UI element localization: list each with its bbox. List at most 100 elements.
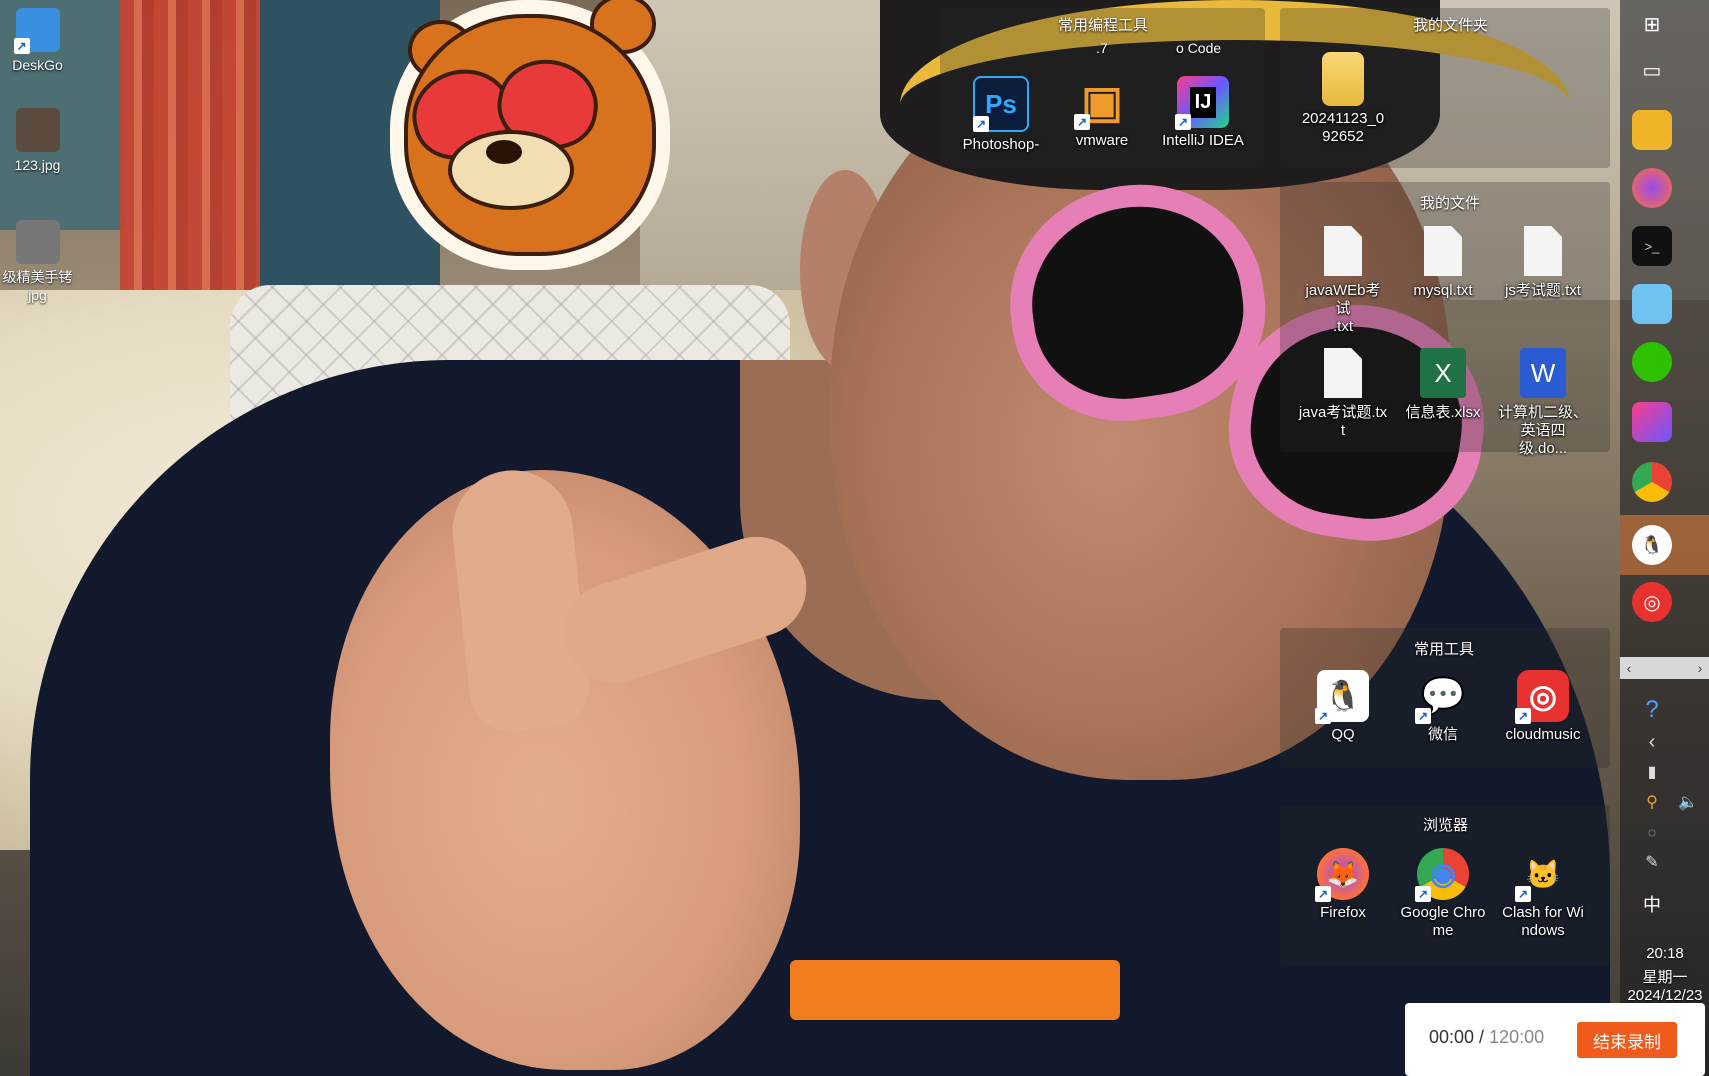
text-file-icon — [1324, 348, 1362, 398]
desktop-icon-label: javaWEb考试 .txt — [1305, 282, 1381, 335]
desktop-icon-label: Firefox — [1320, 904, 1366, 921]
clock-date[interactable]: 2024/12/23 — [1622, 987, 1708, 1004]
deskgo-icon: ↗ — [13, 8, 60, 54]
wechat-icon: 💬 ↗ — [1415, 670, 1469, 724]
desktop-icon-vmware[interactable]: ▣ ↗ vmware — [1057, 76, 1147, 150]
start-button-windows-icon[interactable]: ⊞ — [1632, 4, 1672, 44]
text-file-icon — [1424, 226, 1462, 276]
qq-taskbar-icon[interactable]: 🐧 — [1632, 525, 1672, 565]
screen-recorder-bar: 00:00 / 120:00 结束录制 — [1405, 1003, 1705, 1076]
desktop-icon-label: 级精美手铐 jpg — [2, 269, 73, 303]
desktop-icon-label: QQ — [1331, 726, 1355, 743]
app-icon[interactable] — [1632, 284, 1672, 324]
wallpaper-curtain — [120, 0, 280, 300]
fence-title: 常用编程工具 — [1058, 17, 1149, 34]
partial-label: o Code — [1176, 40, 1222, 56]
task-view-icon[interactable]: ▭ — [1632, 50, 1672, 90]
desktop-icon-photoshop[interactable]: Ps↗ Photoshop- 2020 — [956, 76, 1046, 156]
desktop-icon-label: DeskGo — [12, 57, 63, 73]
desktop-icon-label: cloudmusic — [1505, 726, 1581, 743]
file-explorer-icon[interactable] — [1632, 110, 1672, 150]
desktop-icon-folder-20241123[interactable]: 20241123_0 92652 — [1298, 52, 1388, 146]
pen-icon[interactable]: ✎ — [1632, 842, 1672, 882]
desktop-icon-wechat[interactable]: 💬 ↗ 微信 — [1398, 670, 1488, 744]
fence-title: 我的文件 — [1420, 195, 1481, 212]
shortcut-arrow-icon: ↗ — [1315, 886, 1331, 902]
shortcut-arrow-icon: ↗ — [1515, 708, 1531, 724]
shortcut-arrow-icon: ↗ — [973, 116, 989, 132]
firefox-taskbar-icon[interactable] — [1632, 168, 1672, 208]
bear-sticker — [390, 0, 670, 270]
shortcut-arrow-icon: ↗ — [1175, 114, 1191, 130]
shortcut-arrow-icon: ↗ — [13, 38, 30, 54]
desktop-icon-qq[interactable]: 🐧 ↗ QQ — [1298, 670, 1388, 744]
desktop-icon-mysql-txt[interactable]: mysql.txt — [1398, 226, 1488, 300]
shirt-logo — [790, 960, 1120, 1020]
terminal-icon[interactable]: >_ — [1632, 226, 1672, 266]
word-icon: W — [1520, 348, 1566, 398]
desktop-icon-deskgo[interactable]: ↗ DeskGo — [0, 8, 75, 74]
taskbar: ⊞ ▭ >_ 🐧 ◎ ? ‹ ▮ ⚲ 🔈 ◌ ✎ 中 — [1620, 0, 1709, 1076]
desktop-icon-label: vmware — [1075, 132, 1129, 149]
ime-indicator[interactable]: 中 — [1632, 884, 1672, 924]
clock-weekday[interactable]: 星期一 — [1622, 966, 1708, 987]
desktop-icon-clash[interactable]: 🐱 ↗ Clash for Wi ndows — [1498, 848, 1588, 940]
fence-title: 我的文件夹 — [1413, 17, 1489, 34]
shortcut-arrow-icon: ↗ — [1515, 886, 1531, 902]
timer-separator: / — [1474, 1027, 1490, 1047]
desktop-icon-label: 信息表.xlsx — [1405, 404, 1481, 421]
text-file-icon — [1324, 226, 1362, 276]
desktop-icon-javaweb-txt[interactable]: javaWEb考试 .txt — [1298, 226, 1388, 336]
scroll-right-icon[interactable]: › — [1691, 657, 1709, 679]
desktop-icon-label: 20241123_0 92652 — [1301, 110, 1385, 145]
desktop-icon-chrome[interactable]: ◉ ↗ Google Chro me — [1398, 848, 1488, 940]
vmware-icon: ▣ ↗ — [1074, 76, 1128, 130]
taskbar-scroll-control[interactable]: ‹ › — [1620, 657, 1709, 679]
desktop-icon-label: Photoshop- 2020 — [962, 136, 1040, 156]
clash-icon: 🐱 ↗ — [1515, 848, 1569, 902]
text-file-icon — [1524, 226, 1562, 276]
recording-timer: 00:00 / 120:00 — [1429, 1027, 1544, 1048]
excel-icon: X — [1420, 348, 1466, 398]
chrome-icon: ◉ ↗ — [1415, 848, 1469, 902]
partial-label: .7 — [1096, 40, 1108, 56]
desktop-icon-label: mysql.txt — [1413, 282, 1473, 299]
desktop-icon-info-xlsx[interactable]: X 信息表.xlsx — [1398, 348, 1488, 422]
wechat-taskbar-icon[interactable] — [1632, 342, 1672, 382]
shortcut-arrow-icon: ↗ — [1415, 708, 1431, 724]
chrome-taskbar-icon[interactable] — [1632, 462, 1672, 502]
desktop-icon-js-txt[interactable]: js考试题.txt — [1498, 226, 1588, 300]
cloudmusic-taskbar-icon[interactable]: ◎ — [1632, 582, 1672, 622]
clock-time[interactable]: 20:18 — [1622, 945, 1708, 962]
stop-recording-button[interactable]: 结束录制 — [1577, 1022, 1677, 1058]
photoshop-icon: Ps ↗ — [973, 76, 1029, 132]
desktop-icon-firefox[interactable]: 🦊 ↗ Firefox — [1298, 848, 1388, 922]
recording-elapsed: 00:00 — [1429, 1027, 1475, 1047]
image-file-icon — [15, 108, 60, 152]
desktop-icon-intellij[interactable]: IJ↗ IntelliJ IDEA 2023.3.4 — [1158, 76, 1248, 152]
intellij-taskbar-icon[interactable] — [1632, 402, 1672, 442]
cloudmusic-icon: ◎ ↗ — [1515, 670, 1569, 724]
desktop-icon-label: Clash for Wi ndows — [1502, 904, 1584, 939]
desktop-icon-label: Google Chro me — [1400, 904, 1486, 939]
image-file-icon — [15, 220, 60, 264]
desktop-icon-123-jpg[interactable]: 123.jpg — [0, 108, 75, 174]
desktop-icon-label: java考试题.tx t — [1298, 404, 1388, 439]
shortcut-arrow-icon: ↗ — [1315, 708, 1331, 724]
shortcut-arrow-icon: ↗ — [1415, 886, 1431, 902]
shortcut-arrow-icon: ↗ — [1074, 114, 1090, 130]
fence-title: 常用工具 — [1414, 641, 1475, 658]
folder-icon — [1322, 52, 1364, 106]
desktop-icon-cloudmusic[interactable]: ◎ ↗ cloudmusic — [1498, 670, 1588, 744]
desktop-icon-handcuffs-jpg[interactable]: 级精美手铐 jpg — [0, 220, 75, 304]
intellij-icon: IJ ↗ — [1175, 76, 1229, 130]
fence-title: 浏览器 — [1423, 817, 1469, 834]
desktop-icon-label: 微信 — [1427, 726, 1458, 743]
desktop-icon-java-txt[interactable]: java考试题.tx t — [1298, 348, 1388, 440]
recording-total: 120:00 — [1489, 1027, 1545, 1047]
volume-icon[interactable]: 🔈 — [1668, 782, 1708, 822]
bear-nose — [486, 140, 522, 164]
scroll-left-icon[interactable]: ‹ — [1620, 657, 1638, 679]
desktop-icon-label: IntelliJ IDEA 2023.3.4 — [1162, 132, 1244, 152]
desktop-icon-exam-docx[interactable]: W 计算机二级、 英语四级.do... — [1498, 348, 1588, 458]
